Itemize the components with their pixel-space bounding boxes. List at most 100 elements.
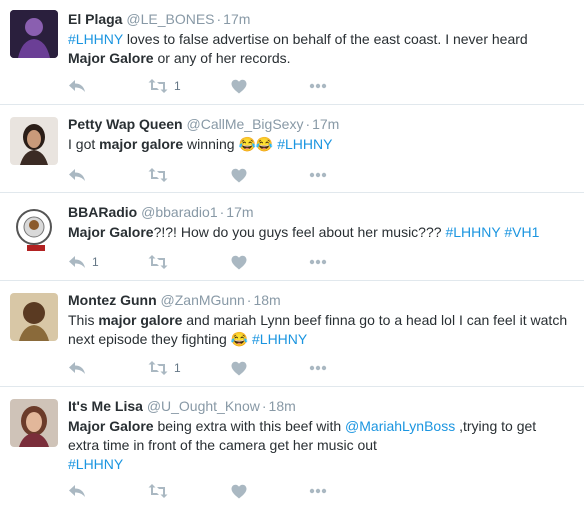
reply-icon (68, 360, 86, 376)
tweet-text-segment: I got (68, 136, 100, 152)
display-name[interactable]: BBARadio (68, 204, 137, 220)
keyword-highlight: Major Galore (68, 50, 154, 66)
reply-icon (68, 78, 86, 94)
reply-button[interactable] (68, 77, 92, 95)
timestamp[interactable]: 17m (312, 116, 339, 132)
emoji: 😂 (230, 331, 249, 347)
more-button[interactable] (309, 359, 327, 377)
separator-dot: · (261, 398, 267, 414)
user-handle[interactable]: @ZanMGunn (161, 292, 245, 308)
tweet-header: BBARadio @bbaradio1 · 17m (68, 203, 254, 221)
separator-dot: · (216, 11, 222, 27)
reply-count: 1 (92, 255, 99, 269)
more-button[interactable] (309, 253, 327, 271)
user-handle[interactable]: @U_Ought_Know (147, 398, 260, 414)
hashtag-link[interactable]: #LHHNY (277, 136, 332, 152)
user-handle[interactable]: @bbaradio1 (141, 204, 218, 220)
tweet-actions (68, 166, 348, 184)
tweet[interactable]: Montez Gunn @ZanMGunn · 18m This major gal… (0, 281, 584, 387)
tweet-text-segment: winning (183, 136, 239, 152)
keyword-highlight: Major Galore (68, 224, 154, 240)
tweet-actions (68, 482, 348, 500)
heart-icon (231, 484, 247, 499)
display-name[interactable]: El Plaga (68, 11, 122, 27)
more-button[interactable] (309, 482, 327, 500)
like-button[interactable] (231, 359, 253, 377)
reply-button[interactable] (68, 359, 92, 377)
hashtag-link[interactable]: #VH1 (504, 224, 539, 240)
heart-icon (231, 255, 247, 270)
more-dots-icon (309, 488, 327, 494)
display-name[interactable]: Montez Gunn (68, 292, 157, 308)
tweet-text-segment: ?!?! How do you guys feel about her musi… (153, 224, 446, 240)
hashtag-link[interactable]: #LHHNY (68, 31, 123, 47)
retweet-button[interactable] (148, 253, 174, 271)
retweet-icon (148, 78, 168, 94)
like-button[interactable] (231, 77, 253, 95)
timestamp[interactable]: 17m (223, 11, 250, 27)
avatar[interactable] (10, 10, 58, 58)
retweet-button[interactable] (148, 482, 174, 500)
separator-dot: · (246, 292, 252, 308)
timestamp[interactable]: 17m (226, 204, 253, 220)
tweet-text: #LHHNY loves to false advertise on behal… (68, 30, 568, 68)
like-button[interactable] (231, 253, 253, 271)
retweet-icon (148, 360, 168, 376)
emoji: 😂😂 (238, 136, 274, 152)
tweet-feed: El Plaga @LE_BONES · 17m #LHHNY loves to f… (0, 0, 584, 507)
heart-icon (231, 79, 247, 94)
reply-button[interactable] (68, 166, 92, 184)
more-dots-icon (309, 172, 327, 178)
user-handle[interactable]: @CallMe_BigSexy (187, 116, 304, 132)
tweet-text-segment: or any of her records. (153, 50, 291, 66)
display-name[interactable]: It's Me Lisa (68, 398, 143, 414)
more-button[interactable] (309, 77, 327, 95)
timestamp[interactable]: 18m (253, 292, 280, 308)
tweet-text-segment: This (68, 312, 99, 328)
reply-button[interactable]: 1 (68, 253, 99, 271)
tweet-header: Petty Wap Queen @CallMe_BigSexy · 17m (68, 115, 339, 133)
tweet[interactable]: It's Me Lisa @U_Ought_Know · 18m Major Gal… (0, 387, 584, 507)
tweet[interactable]: Petty Wap Queen @CallMe_BigSexy · 17m I go… (0, 105, 584, 193)
retweet-icon (148, 254, 168, 270)
tweet-header: It's Me Lisa @U_Ought_Know · 18m (68, 397, 296, 415)
avatar[interactable] (10, 205, 58, 253)
user-handle[interactable]: @LE_BONES (126, 11, 214, 27)
like-button[interactable] (231, 166, 253, 184)
tweet[interactable]: BBARadio @bbaradio1 · 17m Major Galore?!?!… (0, 193, 584, 281)
hashtag-link[interactable]: #LHHNY (68, 456, 123, 472)
radio-logo-icon (10, 205, 58, 253)
retweet-button[interactable] (148, 166, 174, 184)
tweet-text: Major Galore?!?! How do you guys feel ab… (68, 223, 568, 242)
tweet-text: I got major galore winning 😂😂 #LHHNY (68, 135, 568, 154)
tweet-header: Montez Gunn @ZanMGunn · 18m (68, 291, 281, 309)
avatar[interactable] (10, 117, 58, 165)
tweet-actions: 1 (68, 253, 348, 271)
timestamp[interactable]: 18m (269, 398, 296, 414)
hashtag-link[interactable]: @MariahLynBoss (345, 418, 455, 434)
hashtag-link[interactable]: #LHHNY (445, 224, 500, 240)
more-dots-icon (309, 259, 327, 265)
user-avatar-icon (10, 399, 58, 447)
heart-icon (231, 361, 247, 376)
avatar[interactable] (10, 399, 58, 447)
retweet-button[interactable]: 1 (148, 359, 181, 377)
tweet[interactable]: El Plaga @LE_BONES · 17m #LHHNY loves to f… (0, 0, 584, 105)
tweet-text: This major galore and mariah Lynn beef f… (68, 311, 568, 349)
more-button[interactable] (309, 166, 327, 184)
user-avatar-icon (10, 293, 58, 341)
display-name[interactable]: Petty Wap Queen (68, 116, 183, 132)
like-button[interactable] (231, 482, 253, 500)
heart-icon (231, 168, 247, 183)
retweet-button[interactable]: 1 (148, 77, 181, 95)
reply-icon (68, 254, 86, 270)
separator-dot: · (219, 204, 225, 220)
hashtag-link[interactable]: #LHHNY (252, 331, 307, 347)
retweet-icon (148, 167, 168, 183)
keyword-highlight: Major Galore (68, 418, 154, 434)
reply-button[interactable] (68, 482, 92, 500)
retweet-icon (148, 483, 168, 499)
avatar[interactable] (10, 293, 58, 341)
tweet-text: Major Galore being extra with this beef … (68, 417, 568, 474)
user-avatar-icon (10, 10, 58, 58)
